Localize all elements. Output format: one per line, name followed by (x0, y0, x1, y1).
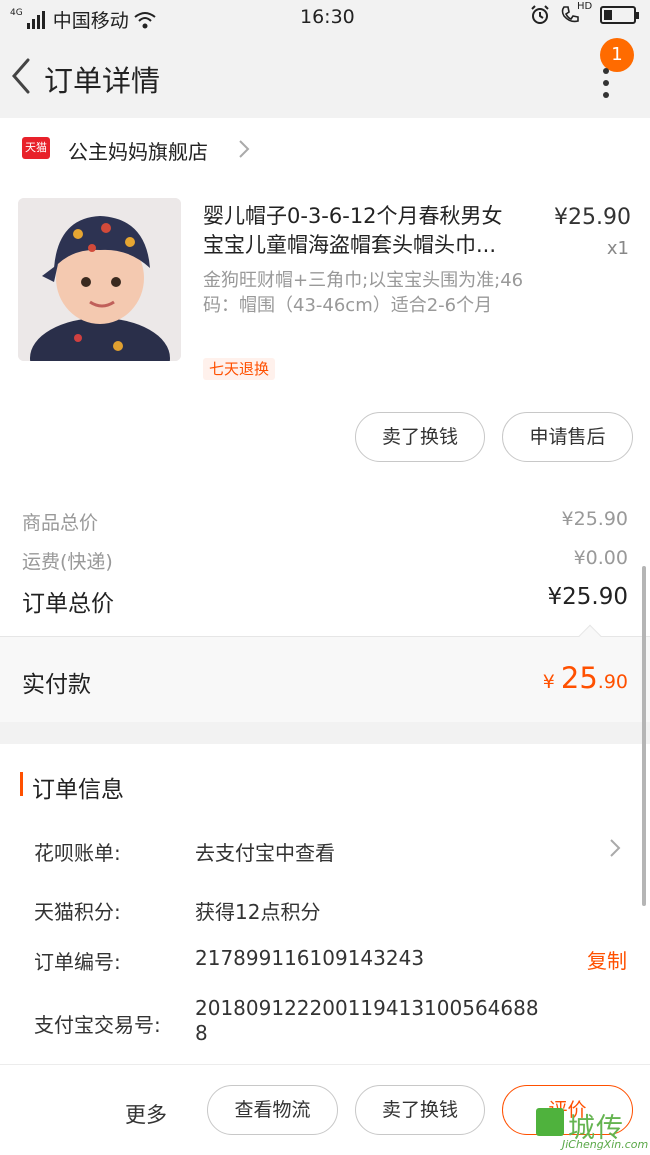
status-left: 4G 中国移动 (10, 6, 157, 33)
status-time: 16:30 (300, 6, 355, 28)
paid-integer: 25 (560, 661, 598, 695)
goods-total-value: ¥25.90 (561, 508, 628, 530)
alipay-trade-label: 支付宝交易号: (34, 1013, 161, 1037)
goods-total-label: 商品总价 (22, 512, 99, 534)
product-title[interactable]: 婴儿帽子0-3-6-12个月春秋男女 宝宝儿童帽海盗帽套头帽头巾... (203, 202, 541, 260)
status-right: HD (530, 1, 639, 25)
product-price: ¥25.90 (554, 205, 631, 230)
chevron-right-icon[interactable] (608, 837, 622, 859)
order-total-label: 订单总价 (22, 591, 114, 617)
product-title-line2: 宝宝儿童帽海盗帽套头帽头巾... (203, 233, 497, 257)
order-info-title: 订单信息 (32, 777, 124, 803)
paid-amount-block: 实付款 ¥ 25.90 (0, 624, 650, 722)
wifi-icon (134, 11, 156, 28)
watermark-en: JiChengXin.com (562, 1138, 649, 1151)
alarm-icon (531, 5, 549, 24)
watermark-logo-mark (536, 1108, 564, 1136)
order-number-label: 订单编号: (34, 950, 121, 974)
order-total-value: ¥25.90 (547, 584, 628, 610)
shop-name: 公主妈妈旗舰店 (68, 140, 208, 164)
more-button[interactable]: 更多 (125, 1099, 167, 1129)
battery-level (604, 10, 613, 20)
paid-value: ¥ 25.90 (543, 661, 628, 695)
shipping-value: ¥0.00 (573, 547, 628, 569)
points-label: 天猫积分: (34, 900, 121, 924)
call-hd-icon: HD (560, 1, 592, 25)
chevron-right-icon (239, 140, 250, 158)
product-image[interactable] (18, 198, 181, 361)
paid-notch (578, 624, 602, 648)
points-value: 获得12点积分 (195, 900, 321, 924)
signal-icon (26, 10, 45, 29)
product-title-line1: 婴儿帽子0-3-6-12个月春秋男女 (203, 204, 503, 228)
huabei-label: 花呗账单: (34, 841, 121, 865)
after-sale-button[interactable]: 申请售后 (502, 412, 633, 462)
shop-row[interactable]: 天猫 公主妈妈旗舰店 (0, 118, 650, 180)
section-accent-bar (20, 772, 23, 796)
network-type-label: 4G (10, 7, 23, 18)
copy-button[interactable]: 复制 (587, 945, 627, 974)
order-info-section: 订单信息 花呗账单: 去支付宝中查看 天猫积分: 获得12点积分 订单编号: 2… (0, 744, 650, 1064)
header: 订单详情 1 (0, 36, 650, 118)
product-sku: 金狗旺财帽+三角巾;以宝宝头围为准;46码：帽围（43-46cm）适合2-6个月 (203, 270, 524, 316)
back-arrow-icon[interactable] (8, 56, 34, 96)
hd-label: HD (577, 1, 593, 12)
carrier-name: 中国移动 (52, 10, 129, 32)
baby-photo-illustration (18, 198, 181, 361)
shipping-label: 运费(快递) (22, 551, 113, 573)
order-card: 天猫 公主妈妈旗舰店 婴儿帽子0-3-6-12个月春秋男女 宝宝儿童帽海盗帽套头… (0, 118, 650, 722)
paid-decimal: .90 (597, 671, 628, 693)
alipay-trade-value: 2018091222001194131005646888 (195, 996, 539, 1045)
more-vertical-icon[interactable] (596, 66, 616, 100)
tmall-logo: 天猫 (22, 137, 50, 159)
resell-button[interactable]: 卖了换钱 (355, 412, 485, 462)
battery-icon (600, 6, 639, 24)
view-logistics-button[interactable]: 查看物流 (207, 1085, 338, 1135)
paid-label: 实付款 (22, 672, 91, 698)
order-number-value: 217899116109143243 (195, 946, 425, 970)
scrollbar[interactable] (642, 566, 646, 906)
resell-bottom-button[interactable]: 卖了换钱 (355, 1085, 485, 1135)
return-policy-tag: 七天退换 (203, 358, 276, 380)
huabei-value[interactable]: 去支付宝中查看 (195, 837, 335, 866)
page-title: 订单详情 (44, 64, 161, 98)
watermark: 城传 JiChengXin.com (534, 1104, 650, 1155)
status-bar: 4G 中国移动 16:30 HD (0, 0, 650, 36)
paid-currency: ¥ (542, 671, 555, 693)
product-quantity: x1 (606, 238, 629, 259)
